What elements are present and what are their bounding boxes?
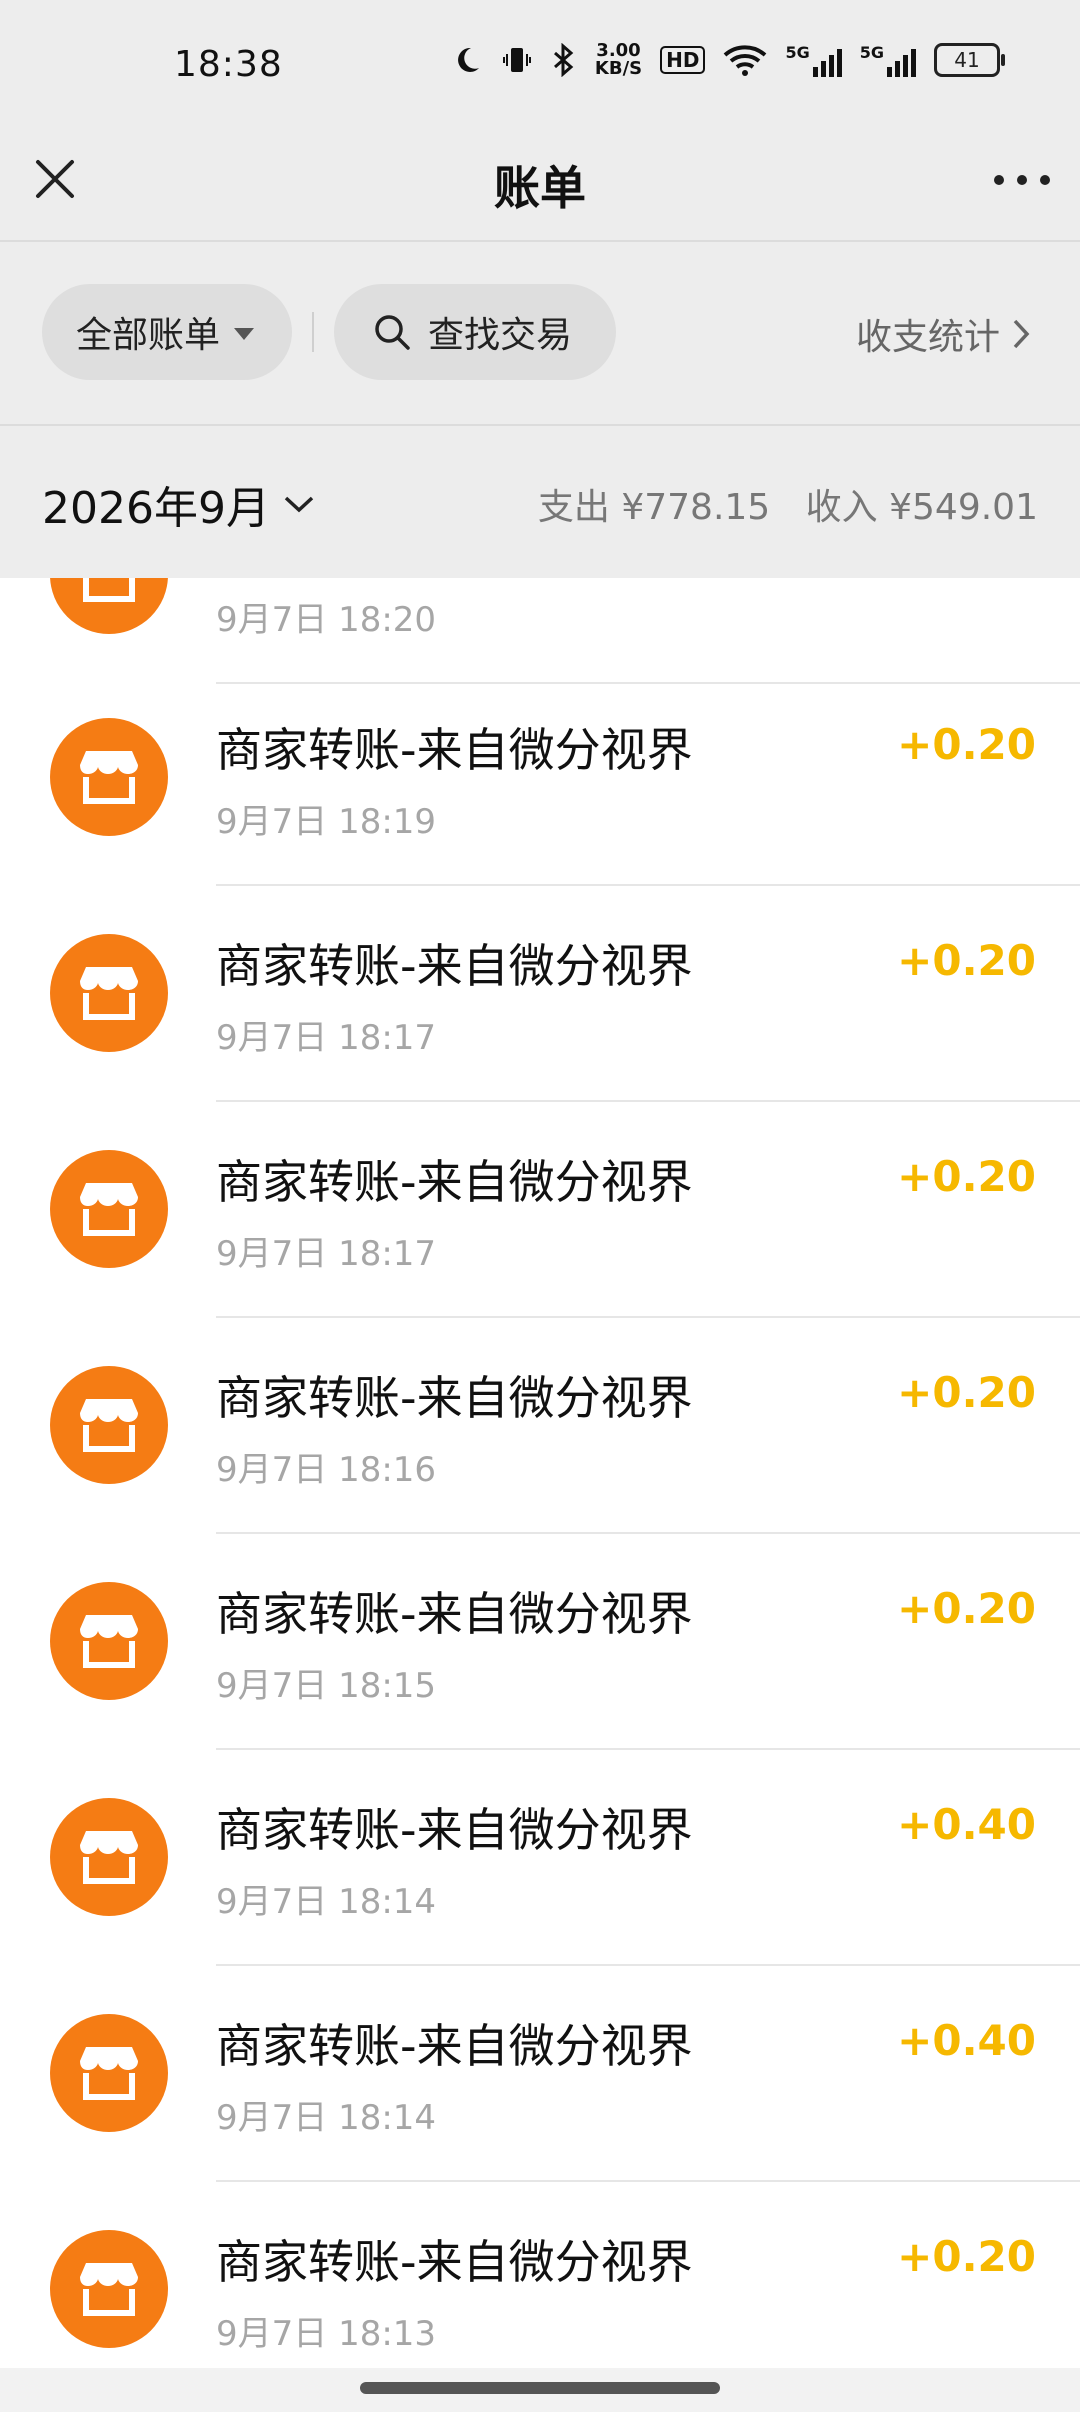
signal-5g-2: 5G (860, 43, 916, 77)
net-speed-unit: KB/S (594, 58, 643, 79)
search-label: 查找交易 (428, 315, 573, 356)
transaction-time: 9月7日 18:17 (216, 1018, 437, 1058)
transaction-title: 商家转账-来自微分视界 (216, 1371, 693, 1425)
month-selector[interactable]: 2026年9月 (42, 472, 316, 536)
nav-bar: 账单 (0, 140, 1080, 240)
moon-icon (457, 47, 479, 72)
all-bills-label: 全部账单 (76, 315, 221, 356)
wifi-icon (724, 45, 767, 76)
transaction-amount: +0.40 (897, 2016, 1036, 2065)
transaction-amount: +0.20 (897, 1368, 1036, 1417)
transaction-title: 商家转账-来自微分视界 (216, 2235, 693, 2289)
transaction-time: 9月7日 18:13 (216, 2314, 437, 2354)
search-transactions-button[interactable]: 查找交易 (334, 284, 616, 380)
shop-icon (50, 2230, 168, 2348)
status-icons: 3.00 KB/S HD 5G 5G 41 (451, 42, 1005, 78)
transaction-row[interactable]: 商家转账-来自微分视界 9月7日 18:17 +0.20 (0, 886, 1080, 1102)
income-total: 收入 ¥549.01 (805, 487, 1038, 528)
transaction-amount: +0.20 (897, 936, 1036, 985)
net-speed: 3.00 KB/S (595, 42, 642, 78)
transaction-time: 9月7日 18:17 (216, 1234, 437, 1274)
signal-label-2: 5G (859, 43, 884, 62)
month-label: 2026年9月 (42, 483, 270, 534)
transaction-time: 9月7日 18:14 (216, 1882, 437, 1922)
transaction-title: 商家转账-来自微分视界 (216, 1587, 693, 1641)
shop-icon (50, 1366, 168, 1484)
search-icon (375, 315, 410, 350)
transaction-row[interactable]: 商家转账-来自微分视界 9月7日 18:13 +0.20 (0, 2182, 1080, 2368)
transaction-row[interactable]: 9月7日 18:20 (0, 578, 1080, 684)
transaction-title: 商家转账-来自微分视界 (216, 1155, 693, 1209)
transaction-row[interactable]: 商家转账-来自微分视界 9月7日 18:14 +0.40 (0, 1966, 1080, 2182)
transaction-time: 9月7日 18:20 (216, 600, 437, 640)
shop-icon (50, 1582, 168, 1700)
all-bills-filter[interactable]: 全部账单 (42, 284, 292, 380)
transaction-time: 9月7日 18:15 (216, 1666, 437, 1706)
more-icon[interactable] (994, 160, 1050, 200)
transaction-row[interactable]: 商家转账-来自微分视界 9月7日 18:17 +0.20 (0, 1102, 1080, 1318)
stats-label: 收支统计 (855, 317, 1000, 358)
transaction-amount: +0.20 (897, 1152, 1036, 1201)
shop-icon (50, 718, 168, 836)
shop-icon (50, 578, 168, 634)
chevron-down-icon (284, 496, 314, 513)
chevron-right-icon (1013, 319, 1030, 349)
transaction-row[interactable]: 商家转账-来自微分视界 9月7日 18:15 +0.20 (0, 1534, 1080, 1750)
shop-icon (50, 2014, 168, 2132)
shop-icon (50, 934, 168, 1052)
transaction-row[interactable]: 商家转账-来自微分视界 9月7日 18:19 +0.20 (0, 670, 1080, 886)
status-time: 18:38 (174, 44, 283, 85)
status-bar: 18:38 3.00 KB/S HD 5G 5G 41 (0, 0, 1080, 140)
transaction-amount: +0.20 (897, 2232, 1036, 2281)
transaction-amount: +0.40 (897, 1800, 1036, 1849)
income-expense-stats-link[interactable]: 收支统计 (856, 308, 1032, 360)
transaction-row[interactable]: 商家转账-来自微分视界 9月7日 18:14 +0.40 (0, 1750, 1080, 1966)
shop-icon (50, 1798, 168, 1916)
transaction-title: 商家转账-来自微分视界 (216, 723, 693, 777)
month-totals: 支出 ¥778.15 收入 ¥549.01 (514, 478, 1038, 530)
transaction-row[interactable]: 商家转账-来自微分视界 9月7日 18:16 +0.20 (0, 1318, 1080, 1534)
page-title: 账单 (494, 161, 586, 215)
transaction-time: 9月7日 18:19 (216, 802, 437, 842)
transaction-time: 9月7日 18:14 (216, 2098, 437, 2138)
transaction-time: 9月7日 18:16 (216, 1450, 437, 1490)
transaction-list: 9月7日 18:20 商家转账-来自微分视界 9月7日 18:19 +0.20 … (0, 578, 1080, 2368)
hd-badge: HD (660, 46, 706, 74)
vibrate-icon (502, 48, 531, 72)
transaction-amount: +0.20 (897, 1584, 1036, 1633)
transaction-title: 商家转账-来自微分视界 (216, 1803, 693, 1857)
home-indicator[interactable] (360, 2382, 720, 2394)
expense-total: 支出 ¥778.15 (537, 487, 771, 528)
transaction-title: 商家转账-来自微分视界 (216, 2019, 693, 2073)
filter-bar: 全部账单 查找交易 收支统计 (0, 242, 1080, 424)
transaction-title: 商家转账-来自微分视界 (216, 939, 693, 993)
caret-down-icon (234, 328, 255, 340)
shop-icon (50, 1150, 168, 1268)
signal-label-1: 5G (785, 43, 810, 62)
filter-divider (312, 312, 314, 352)
transaction-amount: +0.20 (897, 720, 1036, 769)
bluetooth-icon (553, 43, 574, 77)
signal-5g-1: 5G (785, 43, 842, 77)
battery-icon: 41 (934, 43, 1005, 77)
month-summary-bar: 2026年9月 支出 ¥778.15 收入 ¥549.01 (0, 426, 1080, 578)
home-indicator-bar (0, 2368, 1080, 2412)
